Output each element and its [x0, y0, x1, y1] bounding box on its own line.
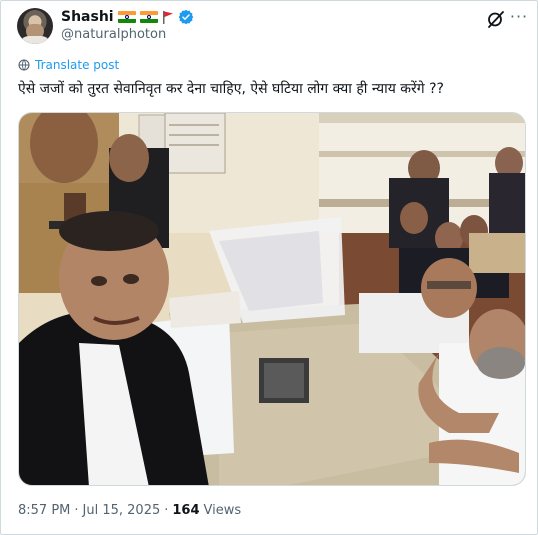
indian-flag-icon — [117, 11, 136, 23]
post-date[interactable]: Jul 15, 2025 — [83, 503, 161, 518]
post-meta: 8:57 PM · Jul 15, 2025 · 164 Views — [18, 503, 241, 518]
author-handle[interactable]: @naturalphoton — [61, 27, 166, 42]
globe-icon — [18, 59, 30, 71]
post-time[interactable]: 8:57 PM — [18, 503, 70, 518]
photo-scene — [19, 113, 525, 485]
grok-icon[interactable] — [486, 9, 506, 29]
indian-flag-icon — [139, 11, 158, 23]
views-count: 164 — [172, 503, 200, 518]
post-photo[interactable] — [18, 112, 526, 486]
verified-badge-icon — [178, 9, 193, 25]
more-options-button[interactable]: ··· — [508, 8, 530, 28]
author-avatar[interactable] — [17, 8, 53, 44]
translate-post-link[interactable]: Translate post — [18, 58, 119, 72]
red-flag-icon — [162, 11, 173, 24]
author-name-row[interactable]: Shashi — [61, 7, 194, 27]
meta-separator: · — [164, 503, 169, 518]
post-text: ऐसे जजों को तुरत सेवानिवृत कर देना चाहिए… — [18, 81, 444, 97]
meta-separator: · — [74, 503, 79, 518]
author-display-name[interactable]: Shashi — [61, 9, 114, 25]
translate-post-label[interactable]: Translate post — [35, 58, 119, 72]
views-label: Views — [203, 503, 242, 518]
